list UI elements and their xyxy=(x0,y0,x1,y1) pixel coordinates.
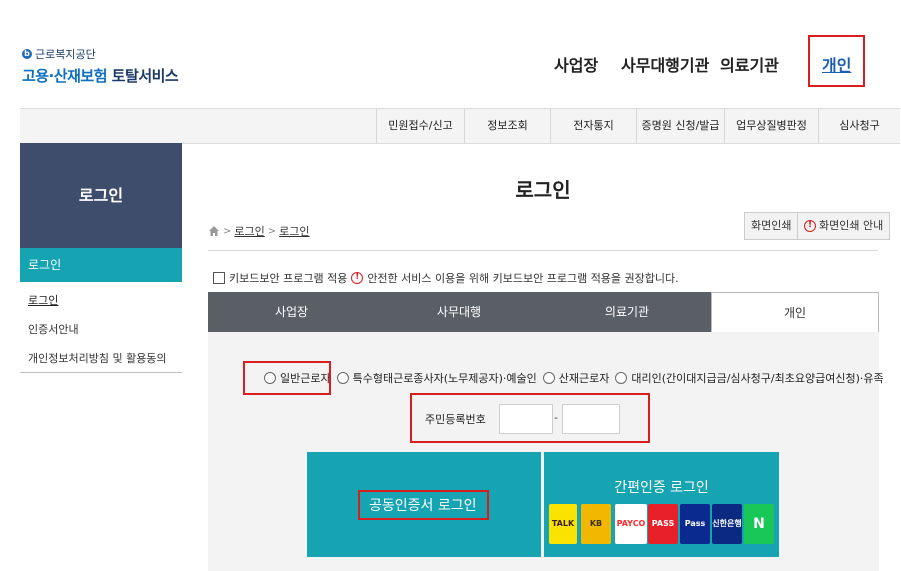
print-help-button[interactable]: ! 화면인쇄 안내 xyxy=(797,212,891,240)
radio-circle-icon[interactable] xyxy=(615,372,628,384)
kakao-icon[interactable]: TALK xyxy=(549,504,577,544)
subnav-info[interactable]: 정보조회 xyxy=(464,109,550,143)
warning-icon: ! xyxy=(804,220,816,232)
sidebar-item-privacy[interactable]: 개인정보처리방침 및 활용동의 xyxy=(28,350,167,366)
chevron-right-icon: > xyxy=(267,225,277,237)
kb-icon[interactable]: KB xyxy=(581,504,611,544)
print-help-label: 화면인쇄 안내 xyxy=(819,219,884,232)
sub-nav: 민원접수/신고 정보조회 전자통지 증명원 신청/발급 업무상질병판정 심사청구 xyxy=(20,108,900,144)
warning-icon: ! xyxy=(351,272,364,284)
radio-agent-label: 대리인(간이대지급금/심사청구/최초요양급여신청)·유족 xyxy=(631,372,884,385)
tab-agency[interactable]: 사무대행 xyxy=(375,292,543,332)
sidebar-item-cert-guide[interactable]: 인증서안내 xyxy=(28,321,79,337)
sidebar-title: 로그인 xyxy=(20,143,182,248)
pass-icon[interactable]: PASS xyxy=(648,504,678,544)
kakao-label: TALK xyxy=(551,519,575,528)
shinhan-label: 신한은행 xyxy=(712,519,742,528)
shinhan-icon[interactable]: 신한은행 xyxy=(712,504,742,544)
topnav-medical[interactable]: 의료기관 xyxy=(720,52,779,76)
login-tabs: 사업장 사무대행 의료기관 개인 xyxy=(208,292,879,332)
keyboard-security-checkbox[interactable] xyxy=(213,272,225,284)
home-icon[interactable] xyxy=(208,225,220,237)
radio-agent[interactable]: 대리인(간이대지급금/심사청구/최초요양급여신청)·유족 xyxy=(615,370,884,386)
keyboard-security-label: 키보드보안 프로그램 적용 xyxy=(229,272,348,285)
highlight-box-rrn xyxy=(410,393,650,443)
breadcrumb: > 로그인 > 로그인 xyxy=(208,223,310,239)
radio-circle-icon[interactable] xyxy=(336,372,349,384)
radio-injured-worker[interactable]: 산재근로자 xyxy=(542,370,610,386)
naver-icon[interactable]: N xyxy=(744,504,774,544)
radio-circle-icon[interactable] xyxy=(542,372,555,384)
sidebar-item-login[interactable]: 로그인 xyxy=(28,292,58,308)
highlight-box-personal xyxy=(808,35,865,87)
login-type-group: 일반근로자 특수형태근로종사자(노무제공자)·예술인 산재근로자 대리인(간이대… xyxy=(264,370,890,386)
tab-medical[interactable]: 의료기관 xyxy=(543,292,711,332)
breadcrumb-item-current[interactable]: 로그인 xyxy=(279,223,309,239)
print-button[interactable]: 화면인쇄 xyxy=(744,212,799,240)
sidebar-item-login-active[interactable]: 로그인 xyxy=(20,248,182,282)
breadcrumb-item-login[interactable]: 로그인 xyxy=(234,223,264,239)
subnav-notice[interactable]: 전자통지 xyxy=(550,109,636,143)
print-button-label: 화면인쇄 xyxy=(751,219,792,232)
topnav-business[interactable]: 사업장 xyxy=(554,52,598,76)
payco-label: PAYCO xyxy=(616,519,646,528)
subnav-appeal[interactable]: 심사청구 xyxy=(818,109,900,143)
tab-business[interactable]: 사업장 xyxy=(208,292,375,332)
radio-special-worker[interactable]: 특수형태근로종사자(노무제공자)·예술인 xyxy=(336,370,537,386)
naver-label: N xyxy=(753,516,765,532)
topnav-agency[interactable]: 사무대행기관 xyxy=(621,52,709,76)
radio-special-worker-label: 특수형태근로종사자(노무제공자)·예술인 xyxy=(352,372,537,385)
payco-icon[interactable]: PAYCO xyxy=(615,504,647,544)
keyboard-security-row: 키보드보안 프로그램 적용 ! 안전한 서비스 이용을 위해 키보드보안 프로그… xyxy=(213,270,679,286)
subnav-certificate[interactable]: 증명원 신청/발급 xyxy=(636,109,724,143)
page-title: 로그인 xyxy=(515,178,571,202)
subnav-disease[interactable]: 업무상질병판정 xyxy=(724,109,818,143)
pass-sub-icon[interactable]: Pass xyxy=(680,504,710,544)
simple-login-label: 간편인증 로그인 xyxy=(614,480,709,496)
subnav-complaint[interactable]: 민원접수/신고 xyxy=(376,109,464,143)
radio-injured-worker-label: 산재근로자 xyxy=(558,372,610,385)
pass-label: PASS xyxy=(651,519,675,528)
chevron-right-icon: > xyxy=(223,225,232,237)
main-divider xyxy=(208,250,878,251)
kb-label: KB xyxy=(589,519,603,528)
tab-personal[interactable]: 개인 xyxy=(711,292,879,332)
highlight-box-cert-login xyxy=(358,490,489,520)
top-nav: 사업장 사무대행기관 의료기관 개인 xyxy=(0,52,901,78)
sidebar-divider xyxy=(20,372,182,373)
keyboard-security-notice: 안전한 서비스 이용을 위해 키보드보안 프로그램 적용을 권장합니다. xyxy=(367,272,679,285)
pass-sub-label: Pass xyxy=(684,519,706,528)
highlight-box-general-worker xyxy=(243,361,331,395)
